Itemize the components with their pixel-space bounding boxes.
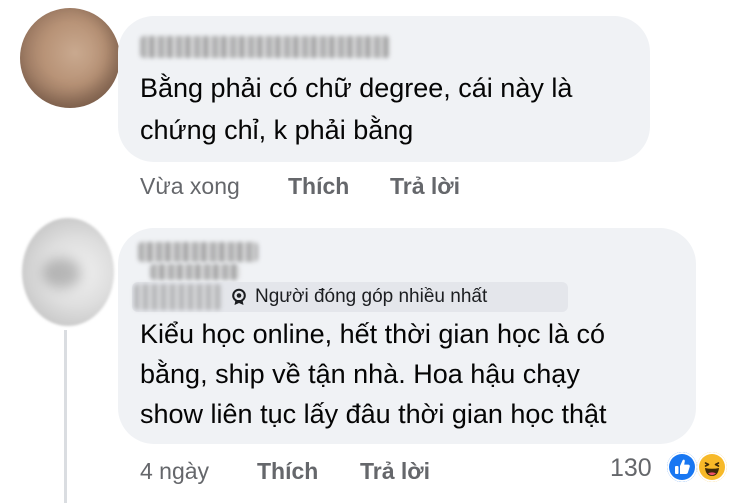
- badge-label: Người đóng góp nhiều nhất: [255, 286, 488, 307]
- haha-icon[interactable]: [697, 452, 727, 482]
- commenter-name-blurred-2[interactable]: [138, 242, 258, 262]
- commenter-name-blurred-1[interactable]: [140, 36, 390, 58]
- comment-timestamp-1[interactable]: Vừa xong: [140, 171, 240, 201]
- reaction-count[interactable]: 130: [610, 452, 652, 484]
- comment-timestamp-2[interactable]: 4 ngày: [140, 456, 209, 486]
- reply-button-2[interactable]: Trả lời: [360, 456, 430, 486]
- commenter-avatar-2[interactable]: [22, 218, 114, 326]
- like-button-1[interactable]: Thích: [288, 171, 349, 201]
- top-contributor-icon: [232, 288, 246, 305]
- comment-text-line: Bằng phải có chữ degree, cái này là: [140, 73, 573, 103]
- like-icon[interactable]: [667, 452, 697, 482]
- comment-text-line: chứng chỉ, k phải bằng: [140, 115, 414, 145]
- commenter-name-blurred-2b: [150, 264, 240, 280]
- reply-thread-line: [64, 330, 67, 503]
- like-button-2[interactable]: Thích: [257, 456, 318, 486]
- comment-text-line: show liên tục lấy đâu thời gian học thật: [140, 399, 607, 429]
- reply-button-1[interactable]: Trả lời: [390, 171, 460, 201]
- commenter-avatar-1[interactable]: [20, 8, 120, 108]
- comment-text-line: Kiểu học online, hết thời gian học là có: [140, 319, 606, 349]
- comment-text-line: bằng, ship về tận nhà. Hoa hậu chạy: [140, 359, 580, 389]
- badge-blurred-name: [134, 284, 222, 310]
